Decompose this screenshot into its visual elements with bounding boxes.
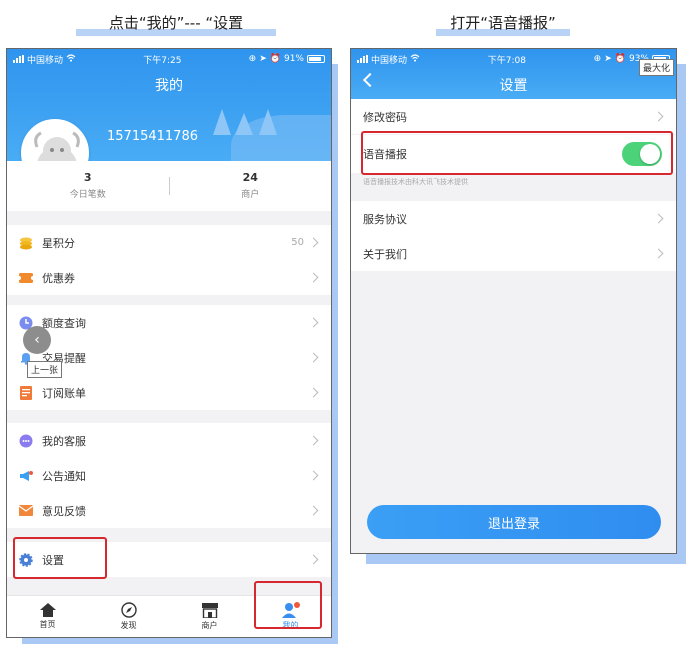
chevron-right-icon: [308, 237, 319, 248]
battery-percent: 91%: [283, 54, 304, 64]
coins-icon: [19, 236, 33, 250]
menu-group-service: 我的客服 公告通知 意见反馈: [7, 423, 331, 528]
chevron-right-icon: [308, 387, 319, 398]
store-icon: [201, 602, 218, 618]
chevron-left-icon: ‹: [34, 332, 40, 348]
settings-group-password: 修改密码: [351, 99, 676, 134]
megaphone-icon: [19, 469, 33, 483]
previous-tooltip: 上一张: [27, 361, 63, 378]
alarm-icon: ⏰: [269, 54, 281, 64]
mail-icon: [19, 504, 33, 518]
settings-item-about-us[interactable]: 关于我们: [351, 236, 676, 271]
stats-panel: 3 今日笔数 24 商户: [7, 161, 331, 211]
chevron-right-icon: [308, 317, 319, 328]
phone-number: 15715411786: [107, 129, 198, 144]
ticket-icon: [19, 271, 33, 285]
menu-group-points: 星积分 50 优惠券: [7, 225, 331, 295]
menu-item-coupons[interactable]: 优惠券: [7, 260, 331, 295]
status-time: 下午7:25: [143, 55, 182, 66]
wifi-icon: [66, 53, 76, 65]
chevron-right-icon: [308, 272, 319, 283]
signal-icon: [357, 55, 368, 63]
menu-item-credit-query[interactable]: 额度查询: [7, 305, 331, 340]
chevron-right-icon: [308, 554, 319, 565]
bill-icon: [19, 385, 33, 400]
page-title: 设置: [499, 78, 528, 94]
highlight-settings: [13, 537, 107, 579]
menu-item-feedback[interactable]: 意见反馈: [7, 493, 331, 528]
caption-left: 点击“我的”--- “设置: [76, 12, 276, 36]
home-icon: [39, 603, 56, 617]
location-icon: ➤: [259, 54, 267, 64]
menu-item-subscribe-bill[interactable]: 订阅账单: [7, 375, 331, 410]
settings-item-service-agreement[interactable]: 服务协议: [351, 201, 676, 236]
menu-item-customer-service[interactable]: 我的客服: [7, 423, 331, 458]
settings-group-info: 服务协议 关于我们: [351, 201, 676, 271]
chat-icon: [19, 434, 33, 448]
carrier: 中国移动: [371, 55, 408, 66]
chevron-right-icon: [653, 248, 664, 259]
highlight-tab-mine: [254, 581, 322, 629]
caption-right: 打开“语音播报”: [436, 12, 570, 36]
menu-item-announcements[interactable]: 公告通知: [7, 458, 331, 493]
chevron-right-icon: [653, 213, 664, 224]
chevron-right-icon: [308, 470, 319, 481]
chevron-right-icon: [308, 435, 319, 446]
stat-today-count[interactable]: 3 今日笔数: [7, 161, 169, 211]
wifi-icon: [410, 53, 420, 65]
lock-icon: ⊕: [593, 54, 602, 64]
logout-button[interactable]: 退出登录: [367, 505, 661, 539]
compass-icon: [120, 602, 137, 618]
stat-merchants[interactable]: 24 商户: [170, 161, 332, 211]
settings-item-change-password[interactable]: 修改密码: [351, 99, 676, 134]
phone2-screen: 中国移动 下午7:08 ⊕ ➤ ⏰ 93% 设置 最大化 修改密码 语音播报: [350, 48, 677, 554]
highlight-voice-broadcast: [361, 131, 673, 175]
phone1-screen: 中国移动 下午7:25 ⊕ ➤ ⏰ 91% 我的 15715411786 3 今…: [6, 48, 332, 638]
voice-hint: 语音播报技术由科大讯飞技术提供: [363, 178, 468, 186]
tab-discover[interactable]: 发现: [88, 596, 169, 637]
status-bar: 中国移动 下午7:25 ⊕ ➤ ⏰ 91%: [7, 49, 331, 69]
menu-group-account: 额度查询 交易提醒 订阅账单: [7, 305, 331, 410]
chevron-right-icon: [308, 352, 319, 363]
decor-trees: [207, 105, 287, 135]
location-icon: ➤: [604, 54, 612, 64]
status-bar: 中国移动 下午7:08 ⊕ ➤ ⏰ 93%: [351, 49, 676, 69]
tab-home[interactable]: 首页: [7, 596, 88, 637]
settings-header: 中国移动 下午7:08 ⊕ ➤ ⏰ 93% 设置: [351, 49, 676, 99]
page-title: 我的: [155, 78, 183, 94]
alarm-icon: ⏰: [614, 54, 626, 64]
carrier: 中国移动: [27, 55, 64, 66]
signal-icon: [13, 55, 24, 63]
battery-icon: [307, 55, 325, 63]
status-time: 下午7:08: [487, 55, 526, 66]
chevron-right-icon: [308, 505, 319, 516]
menu-item-points[interactable]: 星积分 50: [7, 225, 331, 260]
tab-merchant[interactable]: 商户: [169, 596, 250, 637]
lock-icon: ⊕: [248, 54, 257, 64]
chevron-right-icon: [653, 111, 664, 122]
maximize-tooltip[interactable]: 最大化: [638, 59, 674, 76]
previous-image-button[interactable]: ‹: [23, 326, 51, 354]
